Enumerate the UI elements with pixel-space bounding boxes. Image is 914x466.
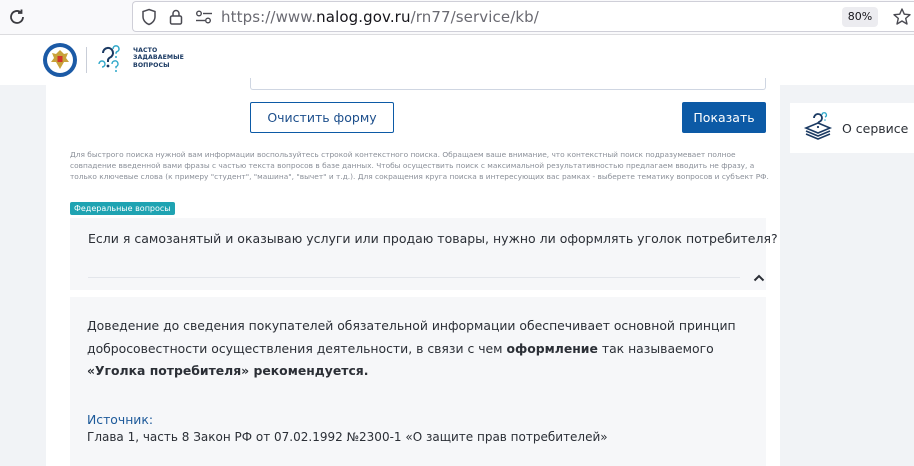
search-input-bottom-edge[interactable] (250, 78, 766, 90)
shield-icon[interactable] (141, 8, 157, 26)
permissions-icon[interactable] (195, 9, 213, 25)
question-divider (88, 277, 740, 278)
fns-emblem-logo[interactable] (42, 42, 78, 78)
question-title[interactable]: Если я самозанятый и оказываю услуги или… (88, 231, 778, 246)
bookmark-star-icon[interactable] (892, 7, 912, 27)
federal-questions-tag[interactable]: Федеральные вопросы (70, 202, 175, 215)
source-label: Источник: (87, 412, 154, 427)
reload-icon[interactable] (6, 6, 28, 28)
lock-icon[interactable] (169, 8, 183, 26)
answer-panel: Доведение до сведения покупателей обязат… (70, 297, 766, 466)
zoom-indicator[interactable]: 80% (842, 7, 878, 27)
source-text: Глава 1, часть 8 Закон РФ от 07.02.1992 … (87, 430, 608, 444)
answer-text: Доведение до сведения покупателей обязат… (87, 318, 736, 379)
browser-toolbar: https://www.nalog.gov.ru/rn77/service/kb… (0, 0, 914, 35)
faq-question-icon[interactable] (95, 44, 125, 76)
search-hint-text: Для быстрого поиска нужной вам информаци… (70, 150, 769, 181)
url-text[interactable]: https://www.nalog.gov.ru/rn77/service/kb… (221, 8, 539, 26)
faq-logo-text[interactable]: ЧАСТО ЗАДАВАЕМЫЕ ВОПРОСЫ (133, 47, 193, 69)
question-item[interactable]: Если я самозанятый и оказываю услуги или… (70, 218, 778, 290)
about-service-card[interactable]: О сервисе (790, 103, 914, 153)
about-service-label[interactable]: О сервисе (842, 121, 908, 136)
clear-form-button[interactable]: Очистить форму (250, 102, 394, 133)
show-button[interactable]: Показать (682, 102, 766, 133)
address-bar[interactable]: https://www.nalog.gov.ru/rn77/service/kb… (132, 1, 914, 32)
about-service-icon (803, 112, 833, 140)
header-divider (86, 47, 87, 73)
chevron-up-icon[interactable] (752, 272, 766, 284)
